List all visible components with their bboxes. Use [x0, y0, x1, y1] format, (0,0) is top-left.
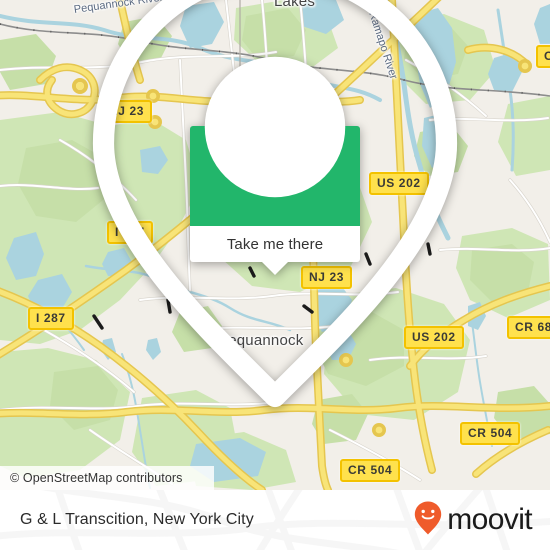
popup-pointer [262, 262, 288, 275]
moovit-pin-icon [413, 500, 443, 541]
map-canvas[interactable]: Pequannock River Ramapo River Lakes Pequ… [0, 0, 550, 490]
footer-title: G & L Transcition, New York City [20, 511, 254, 528]
attribution-text: © OpenStreetMap contributors [10, 471, 183, 485]
map-attribution: © OpenStreetMap contributors [0, 466, 214, 490]
moovit-logo[interactable]: moovit [413, 490, 533, 550]
popup-header [92, 0, 458, 408]
moovit-map-screenshot: Pequannock River Ramapo River Lakes Pequ… [0, 0, 550, 550]
moovit-wordmark: moovit [447, 503, 532, 536]
map-pin-icon [0, 0, 550, 421]
location-popup-card[interactable]: Take me there [92, 0, 458, 408]
footer-bar: G & L Transcition, New York City moovit [0, 490, 550, 550]
shield-cr-504-bottom: CR 504 [340, 459, 401, 482]
take-me-there-label: Take me there [226, 235, 324, 253]
shield-cr-504-right: CR 504 [460, 422, 521, 445]
